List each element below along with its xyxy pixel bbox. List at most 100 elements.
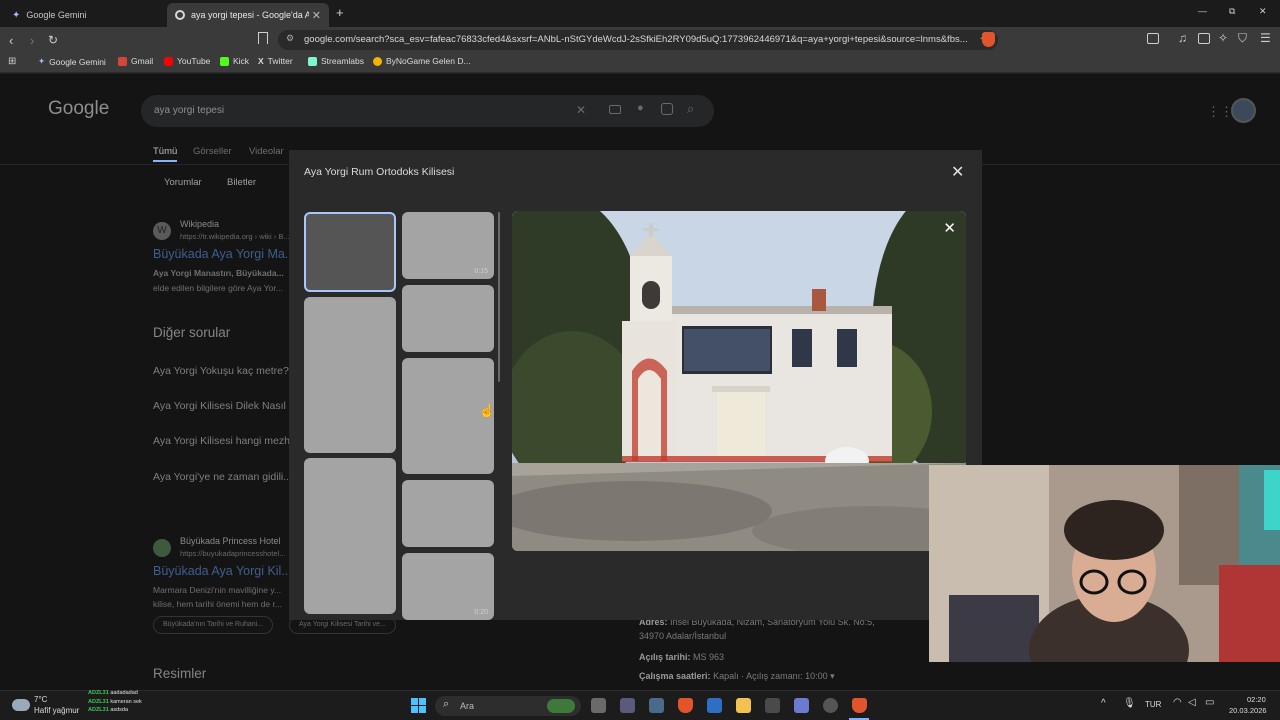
taskbar-search-placeholder: Ara <box>460 701 475 711</box>
close-tab-icon[interactable]: ✕ <box>312 9 321 22</box>
video-thumbnail-selected[interactable] <box>304 212 396 292</box>
windows-taskbar: 7°C Hafif yağmur ADZL31 aadadadad ADZL31… <box>0 690 1280 720</box>
menu-icon[interactable]: ☰ <box>1260 31 1271 45</box>
clock-date[interactable]: 20.03.2026 <box>1229 706 1267 715</box>
result-url[interactable]: https://buyukadaprincesshotel... <box>180 549 285 558</box>
result-title-link[interactable]: Büyükada Aya Yorgi Kil... <box>153 564 292 578</box>
address-line2: 34970 Adalar/İstanbul <box>639 631 727 641</box>
brave-browser-icon[interactable] <box>678 698 693 713</box>
bookmark-twitter[interactable]: X Twitter <box>258 56 293 66</box>
weather-cloud-icon[interactable] <box>12 699 30 711</box>
site-info-icon[interactable]: ⚙ <box>286 33 294 44</box>
result-snippet: kilise, hem tarihi önemi hem de r... <box>153 599 282 609</box>
file-explorer-icon[interactable] <box>736 698 751 713</box>
tab-google-search[interactable]: aya yorgi tepesi - Google'da Ara ✕ <box>167 3 329 27</box>
weather-desc[interactable]: Hafif yağmur <box>34 706 79 715</box>
bookmark-google-gemini[interactable]: ✦ Google Gemini <box>38 56 106 67</box>
question-item[interactable]: Aya Yorgi Kilisesi Dilek Nasıl ... <box>153 400 298 412</box>
avatar[interactable] <box>1231 98 1256 123</box>
bookmark-icon[interactable] <box>258 32 268 44</box>
video-thumbnail[interactable] <box>402 285 494 352</box>
obs-icon[interactable] <box>823 698 838 713</box>
media-icon[interactable]: ♫ <box>1178 31 1187 45</box>
tab-videos[interactable]: Videolar <box>249 146 284 157</box>
weather-temp[interactable]: 7°C <box>34 695 47 704</box>
thumbnail-scrollbar[interactable] <box>498 212 500 382</box>
video-thumbnail[interactable]: 0:20 <box>402 553 494 620</box>
youtube-icon <box>164 56 173 66</box>
bookmark-bynogame[interactable]: ByNoGame Gelen D... <box>373 56 471 66</box>
taskbar-search-box[interactable]: ⌕ Ara <box>435 696 581 716</box>
search-input[interactable]: aya yorgi tepesi ✕ ● ⌕ <box>141 95 714 127</box>
restore-button[interactable]: ⧉ <box>1229 6 1235 17</box>
windows-start-icon[interactable] <box>411 698 427 714</box>
mail-icon[interactable] <box>707 698 722 713</box>
video-thumbnail[interactable]: 0:15 <box>402 212 494 279</box>
battery-icon[interactable]: ▭ <box>1205 697 1214 708</box>
language-indicator[interactable]: TUR <box>1145 700 1161 709</box>
keyboard-icon[interactable] <box>609 105 621 114</box>
close-window-button[interactable]: ✕ <box>1259 6 1267 17</box>
filter-chip-reviews[interactable]: Yorumlar <box>164 177 202 188</box>
vpn-icon[interactable]: ⛉ <box>1238 31 1247 46</box>
video-duration: 0:15 <box>474 268 488 275</box>
task-view-icon[interactable] <box>591 698 606 713</box>
founded-label: Açılış tarihi: <box>639 652 691 662</box>
gmail-icon <box>118 56 127 66</box>
volume-icon[interactable]: ◁ <box>1188 697 1196 708</box>
tab-all[interactable]: Tümü <box>153 146 178 162</box>
bookmark-youtube[interactable]: YouTube <box>164 56 210 66</box>
google-apps-icon[interactable]: ⋮⋮ <box>1207 104 1233 120</box>
app-icon[interactable] <box>620 698 635 713</box>
search-icon[interactable]: ⌕ <box>687 101 694 117</box>
forward-icon[interactable]: › <box>30 33 34 48</box>
bookmark-label: Kick <box>233 56 250 66</box>
bookmark-kick[interactable]: Kick <box>220 56 249 66</box>
bookmark-streamlabs[interactable]: Streamlabs <box>308 56 364 66</box>
apps-grid-icon[interactable]: ⊞ <box>8 56 16 67</box>
result-title-link[interactable]: Büyükada Aya Yorgi Ma... <box>153 247 295 261</box>
minimize-button[interactable]: — <box>1198 6 1207 16</box>
result-snippet: Marmara Denizi'nin mavilliğine y... <box>153 585 282 595</box>
video-thumbnail[interactable] <box>304 297 396 453</box>
calculator-icon[interactable] <box>649 698 664 713</box>
back-icon[interactable]: ‹ <box>9 33 13 48</box>
tab-images[interactable]: Görseller <box>193 146 232 157</box>
video-thumbnail[interactable] <box>402 480 494 547</box>
tab-google-gemini[interactable]: ✦ Google Gemini <box>4 3 164 27</box>
hours-row[interactable]: Çalışma saatleri: Kapalı · Açılış zamanı… <box>639 671 835 682</box>
lens-icon[interactable] <box>661 103 673 115</box>
kick-icon <box>220 56 229 66</box>
mic-icon[interactable]: ● <box>637 102 644 114</box>
new-tab-button[interactable]: + <box>336 5 344 20</box>
wallet-icon[interactable] <box>1198 33 1210 44</box>
video-preview[interactable]: ✕ <box>512 211 966 551</box>
sidebar-icon[interactable] <box>1147 33 1159 44</box>
question-item[interactable]: Aya Yorgi'ye ne zaman gidili... <box>153 471 292 483</box>
question-item[interactable]: Aya Yorgi Kilisesi hangi mezh... <box>153 435 299 447</box>
tray-chevron-icon[interactable]: ^ <box>1101 698 1106 709</box>
bookmark-gmail[interactable]: Gmail <box>118 56 153 66</box>
question-item[interactable]: Aya Yorgi Yokuşu kaç metre? <box>153 365 289 377</box>
address-bar[interactable]: ⚙ google.com/search?sca_esv=fafeac76833c… <box>278 30 998 50</box>
clear-search-icon[interactable]: ✕ <box>576 103 586 117</box>
url-text: google.com/search?sca_esv=fafeac76833cfe… <box>304 34 968 45</box>
close-preview-icon[interactable]: ✕ <box>943 219 956 237</box>
wifi-icon[interactable]: ◠ <box>1173 697 1182 708</box>
app-icon[interactable] <box>794 698 809 713</box>
related-chip[interactable]: Büyükada'nın Tarihi ve Ruhani... <box>153 616 274 634</box>
video-thumbnail[interactable] <box>304 458 396 614</box>
close-dialog-icon[interactable]: ✕ <box>951 162 964 182</box>
dialog-title: Aya Yorgi Rum Ortodoks Kilisesi <box>304 166 455 178</box>
hours-label: Çalışma saatleri: <box>639 671 711 681</box>
reload-icon[interactable]: ↻ <box>48 33 58 47</box>
clock-time[interactable]: 02:20 <box>1247 695 1266 704</box>
brave-browser-active-icon[interactable] <box>852 698 867 713</box>
store-icon[interactable] <box>765 698 780 713</box>
leo-ai-icon[interactable]: ✧ <box>1218 31 1228 45</box>
microphone-icon[interactable]: 🎙 <box>1123 698 1136 709</box>
brave-shield-icon[interactable] <box>982 32 995 47</box>
filter-chip-tickets[interactable]: Biletler <box>227 177 256 188</box>
result-url[interactable]: https://tr.wikipedia.org › wiki › B... <box>180 232 290 241</box>
google-logo[interactable]: Google <box>48 98 109 120</box>
